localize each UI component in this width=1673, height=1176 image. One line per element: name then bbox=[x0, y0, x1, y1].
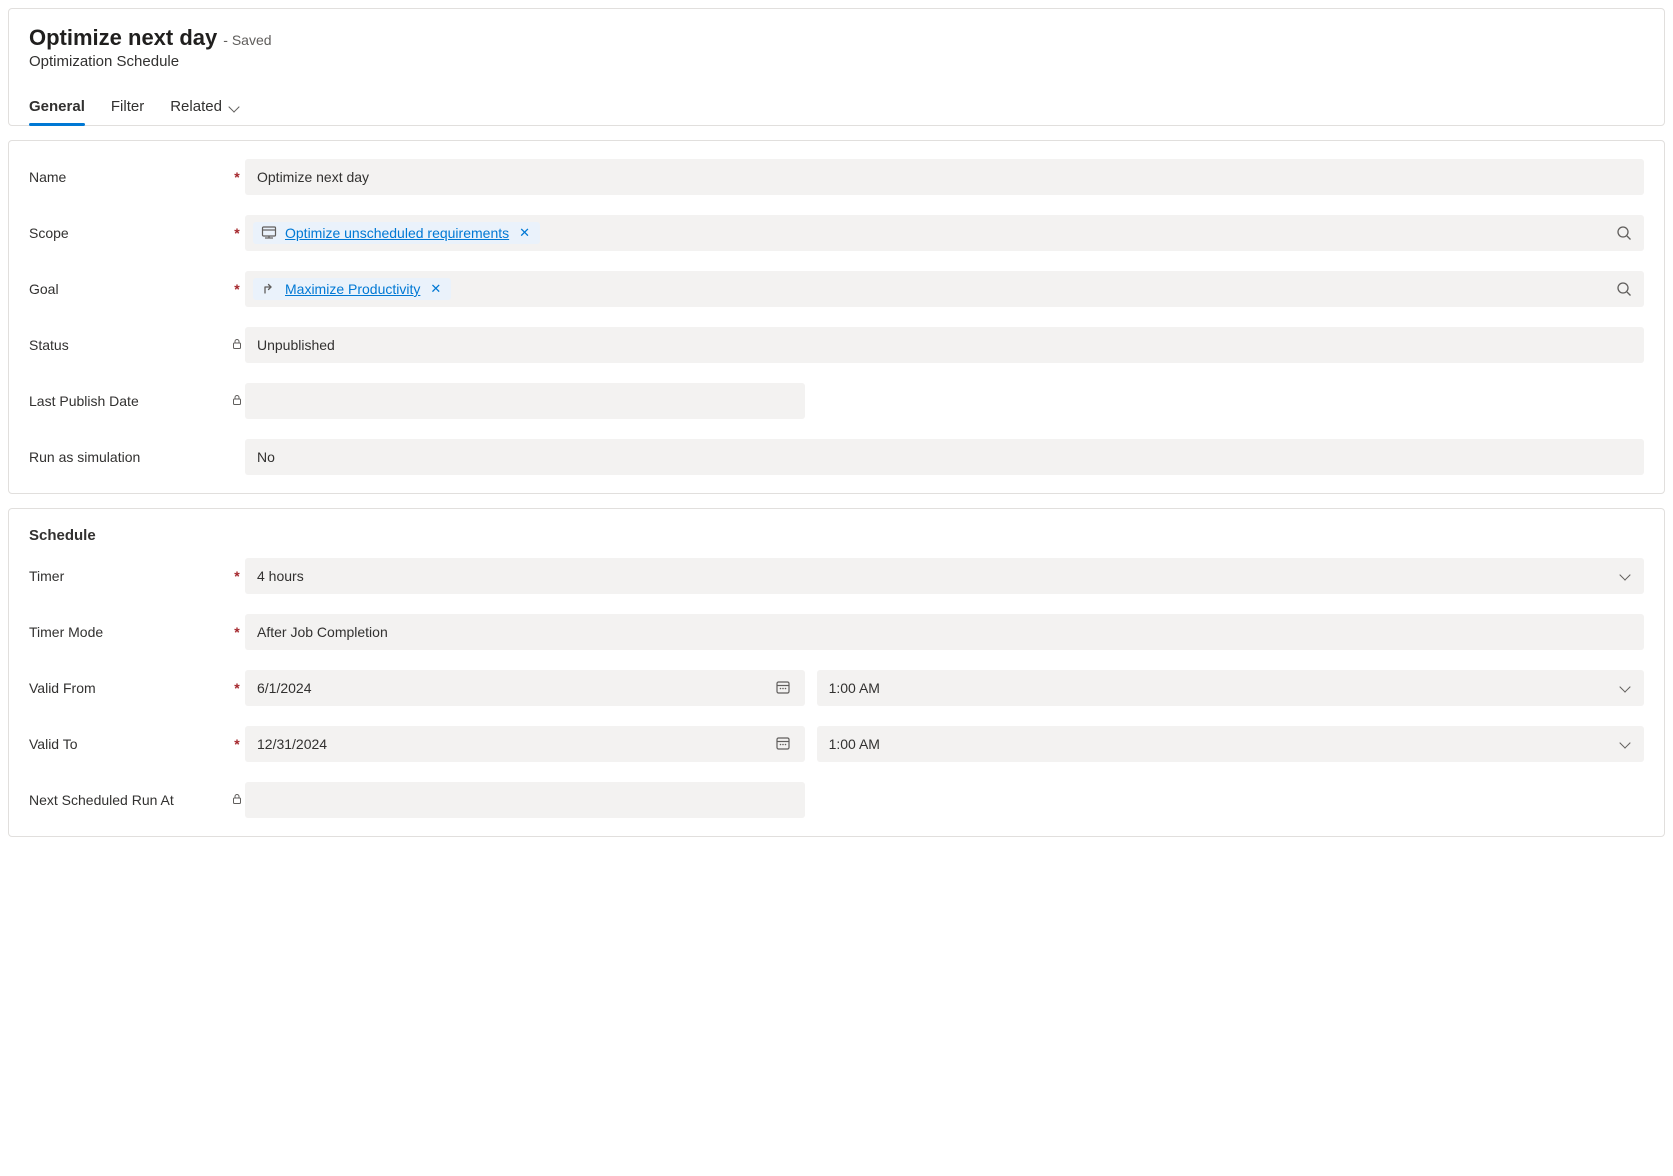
timer-value: 4 hours bbox=[257, 568, 304, 584]
valid-to-date-value: 12/31/2024 bbox=[257, 736, 327, 752]
goal-tag: Maximize Productivity ✕ bbox=[253, 278, 451, 300]
required-marker: * bbox=[229, 681, 245, 695]
valid-from-date-value: 6/1/2024 bbox=[257, 680, 312, 696]
tab-related[interactable]: Related bbox=[170, 90, 240, 125]
scope-lookup[interactable]: Optimize unscheduled requirements ✕ bbox=[245, 215, 1644, 251]
required-marker: * bbox=[229, 569, 245, 583]
goal-lookup[interactable]: Maximize Productivity ✕ bbox=[245, 271, 1644, 307]
label-status: Status bbox=[29, 337, 69, 353]
search-icon[interactable] bbox=[1616, 225, 1632, 241]
label-next-run: Next Scheduled Run At bbox=[29, 792, 174, 808]
scope-link[interactable]: Optimize unscheduled requirements bbox=[285, 225, 509, 241]
status-value: Unpublished bbox=[257, 337, 335, 353]
name-input[interactable]: Optimize next day bbox=[245, 159, 1644, 195]
chevron-down-icon bbox=[1618, 681, 1632, 695]
schedule-section: Schedule Timer * 4 hours Timer Mode * Af… bbox=[8, 508, 1665, 837]
general-section: Name * Optimize next day Scope * Optimiz… bbox=[8, 140, 1665, 494]
timer-mode-input[interactable]: After Job Completion bbox=[245, 614, 1644, 650]
page-title: Optimize next day bbox=[29, 25, 217, 51]
search-icon[interactable] bbox=[1616, 281, 1632, 297]
tab-bar: General Filter Related bbox=[29, 90, 1644, 125]
required-marker: * bbox=[229, 282, 245, 296]
calendar-icon[interactable] bbox=[775, 679, 793, 697]
label-goal: Goal bbox=[29, 281, 59, 297]
name-value: Optimize next day bbox=[257, 169, 369, 185]
required-marker: * bbox=[229, 170, 245, 184]
chevron-down-icon bbox=[228, 101, 240, 113]
locked-marker bbox=[229, 793, 245, 807]
timer-select[interactable]: 4 hours bbox=[245, 558, 1644, 594]
valid-to-time-select[interactable]: 1:00 AM bbox=[817, 726, 1644, 762]
calendar-icon[interactable] bbox=[775, 735, 793, 753]
scope-tag: Optimize unscheduled requirements ✕ bbox=[253, 222, 540, 244]
status-field: Unpublished bbox=[245, 327, 1644, 363]
chevron-down-icon bbox=[1618, 737, 1632, 751]
locked-marker bbox=[229, 394, 245, 408]
goal-link[interactable]: Maximize Productivity bbox=[285, 281, 420, 297]
next-run-field bbox=[245, 782, 805, 818]
label-run-sim: Run as simulation bbox=[29, 449, 140, 465]
valid-from-time-select[interactable]: 1:00 AM bbox=[817, 670, 1644, 706]
label-valid-from: Valid From bbox=[29, 680, 96, 696]
tab-filter[interactable]: Filter bbox=[111, 90, 144, 125]
label-timer: Timer bbox=[29, 568, 64, 584]
goal-remove-icon[interactable]: ✕ bbox=[428, 281, 443, 297]
valid-to-time-value: 1:00 AM bbox=[829, 736, 880, 752]
last-publish-field bbox=[245, 383, 805, 419]
label-valid-to: Valid To bbox=[29, 736, 78, 752]
valid-from-date-input[interactable]: 6/1/2024 bbox=[245, 670, 805, 706]
label-scope: Scope bbox=[29, 225, 69, 241]
run-sim-input[interactable]: No bbox=[245, 439, 1644, 475]
valid-from-time-value: 1:00 AM bbox=[829, 680, 880, 696]
chevron-down-icon bbox=[1618, 569, 1632, 583]
label-last-publish: Last Publish Date bbox=[29, 393, 139, 409]
scope-remove-icon[interactable]: ✕ bbox=[517, 225, 532, 241]
valid-to-date-input[interactable]: 12/31/2024 bbox=[245, 726, 805, 762]
label-name: Name bbox=[29, 169, 66, 185]
timer-mode-value: After Job Completion bbox=[257, 624, 388, 640]
route-icon bbox=[261, 281, 277, 297]
required-marker: * bbox=[229, 737, 245, 751]
tab-general[interactable]: General bbox=[29, 90, 85, 125]
required-marker: * bbox=[229, 226, 245, 240]
required-marker: * bbox=[229, 625, 245, 639]
entity-subtitle: Optimization Schedule bbox=[29, 53, 1644, 70]
run-sim-value: No bbox=[257, 449, 275, 465]
record-header: Optimize next day - Saved Optimization S… bbox=[8, 8, 1665, 126]
schedule-heading: Schedule bbox=[29, 527, 1644, 544]
label-timer-mode: Timer Mode bbox=[29, 624, 103, 640]
locked-marker bbox=[229, 338, 245, 352]
tab-related-label: Related bbox=[170, 98, 222, 115]
save-status: - Saved bbox=[223, 32, 271, 48]
scope-icon bbox=[261, 225, 277, 241]
